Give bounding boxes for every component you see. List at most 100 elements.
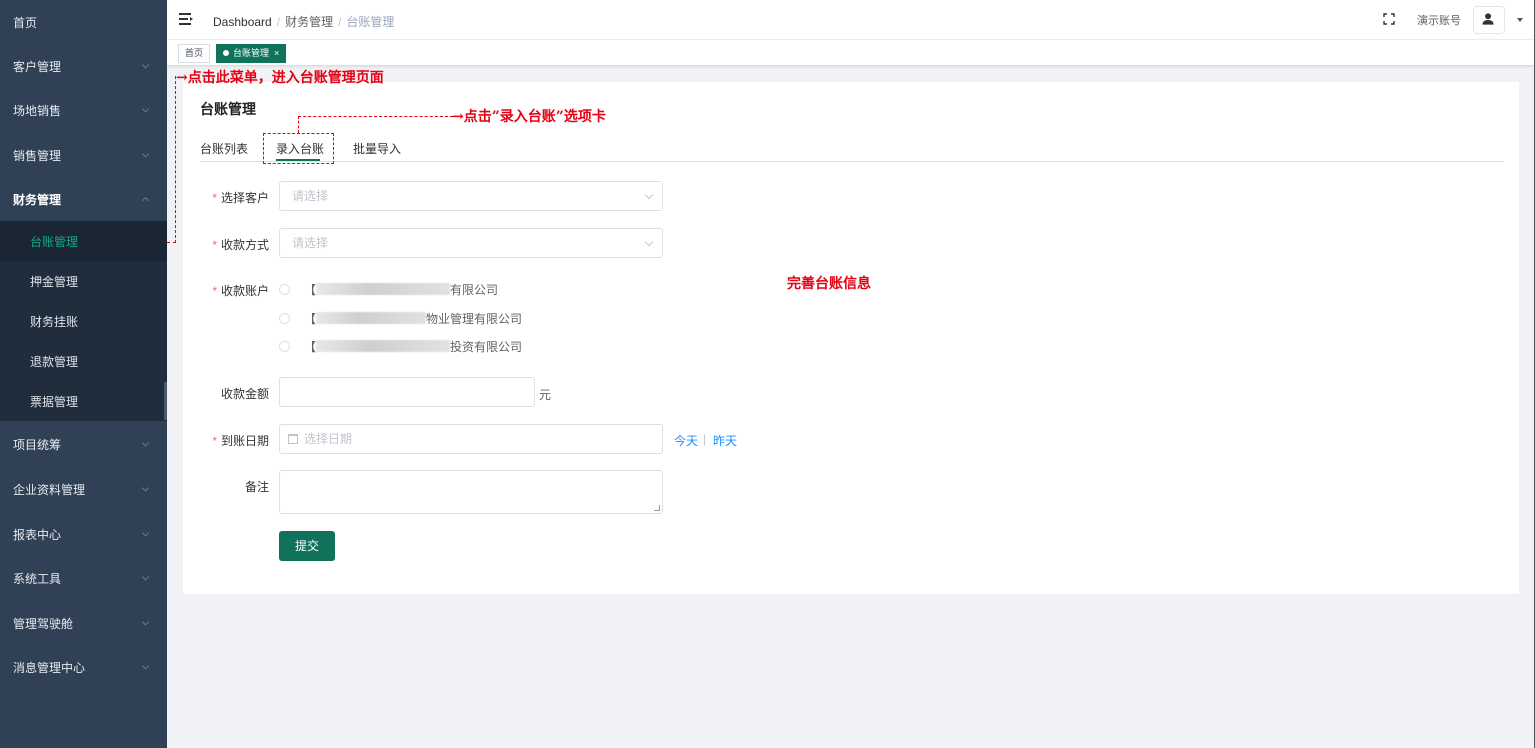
sidebar-scrollbar[interactable]: [164, 382, 167, 420]
sidebar-item-label: 客户管理: [13, 59, 62, 74]
chevron-down-icon: [141, 61, 150, 69]
tag-home[interactable]: 首页: [178, 44, 211, 63]
account-option-text: 【 有限公司: [304, 281, 498, 298]
amount-unit: 元: [539, 388, 552, 402]
radio-button[interactable]: [279, 283, 290, 295]
payment-method-placeholder: 请选择: [292, 236, 329, 250]
chevron-down-icon: [141, 573, 150, 581]
account-radio-2[interactable]: 【 物业管理有限公司: [279, 310, 522, 326]
required-mark: *: [212, 191, 217, 205]
tag-label: 首页: [185, 48, 204, 58]
tag-ledger[interactable]: 台账管理 ×: [216, 44, 287, 63]
sidebar-item-reports[interactable]: 报表中心: [0, 512, 167, 556]
amount-input[interactable]: [279, 377, 535, 407]
sidebar-item-project[interactable]: 项目统筹: [0, 422, 167, 466]
radio-button[interactable]: [279, 340, 290, 352]
chevron-down-icon: [141, 484, 150, 492]
tab-ledger-list[interactable]: 台账列表: [200, 140, 248, 157]
required-mark: *: [212, 434, 217, 448]
arrival-date-label: * 到账日期: [183, 432, 269, 449]
account-option-text: 【 投资有限公司: [304, 338, 522, 355]
sidebar-item-finance[interactable]: 财务管理: [0, 177, 167, 221]
fullscreen-icon[interactable]: [1383, 13, 1395, 25]
avatar[interactable]: [1473, 6, 1505, 34]
option-suffix: 物业管理有限公司: [426, 311, 523, 326]
active-dot-icon: [223, 50, 229, 56]
sidebar-subitem-label: 押金管理: [30, 274, 79, 289]
breadcrumb-separator: /: [276, 15, 281, 29]
account-label-text: 收款账户: [220, 284, 269, 298]
customer-label-text: 选择客户: [220, 191, 269, 205]
annotation-connector: [167, 242, 176, 243]
arrival-date-placeholder: 选择日期: [304, 432, 353, 446]
option-prefix: 【: [304, 311, 317, 326]
payment-method-select[interactable]: 请选择: [279, 228, 663, 258]
breadcrumb-current: 台账管理: [346, 15, 395, 29]
account-name[interactable]: 演示账号: [1417, 12, 1461, 28]
sidebar-item-cockpit[interactable]: 管理驾驶舱: [0, 601, 167, 645]
sidebar-item-label: 销售管理: [13, 148, 62, 163]
chevron-down-icon: [141, 662, 150, 670]
page-title: 台账管理: [200, 101, 256, 117]
required-mark: *: [212, 238, 217, 252]
arrival-date-label-text: 到账日期: [220, 434, 269, 448]
option-suffix: 投资有限公司: [450, 339, 523, 354]
hamburger-icon[interactable]: [179, 13, 193, 25]
sidebar-item-label: 报表中心: [13, 527, 62, 542]
remark-label: 备注: [183, 478, 269, 495]
account-radio-3[interactable]: 【 投资有限公司: [279, 338, 522, 354]
sidebar-item-venue-sales[interactable]: 场地销售: [0, 88, 167, 132]
tab-batch-import[interactable]: 批量导入: [353, 140, 401, 157]
redacted-text: [316, 312, 427, 324]
sidebar-item-sales[interactable]: 销售管理: [0, 133, 167, 177]
amount-label: 收款金额: [183, 385, 269, 402]
chevron-down-icon: [141, 439, 150, 447]
sidebar-subitem-deposit[interactable]: 押金管理: [0, 261, 167, 301]
breadcrumb-item: 财务管理: [285, 15, 334, 29]
payment-method-label-text: 收款方式: [220, 238, 269, 252]
remark-label-text: 备注: [244, 480, 269, 494]
sidebar-item-customer[interactable]: 客户管理: [0, 44, 167, 88]
radio-button[interactable]: [279, 312, 290, 324]
remark-textarea[interactable]: [279, 470, 663, 514]
sidebar-subitem-invoice[interactable]: 票据管理: [0, 381, 167, 421]
caret-down-icon[interactable]: [1517, 18, 1523, 22]
arrival-date-picker[interactable]: 选择日期: [279, 424, 663, 454]
annotation-connector: [298, 116, 453, 117]
submit-button[interactable]: 提交: [279, 531, 335, 561]
chevron-up-icon: [141, 196, 150, 205]
sidebar-subitem-label: 台账管理: [30, 234, 79, 249]
customer-select[interactable]: 请选择: [279, 181, 663, 211]
annotation-menu-hint: →点击此菜单，进入台账管理页面: [176, 70, 384, 86]
option-prefix: 【: [304, 339, 317, 354]
sidebar-subitem-refund[interactable]: 退款管理: [0, 341, 167, 381]
sidebar-item-messages[interactable]: 消息管理中心: [0, 645, 167, 689]
sidebar-subitem-ledger[interactable]: 台账管理: [0, 221, 167, 261]
option-suffix: 有限公司: [450, 282, 499, 297]
sidebar-item-home[interactable]: 首页: [0, 0, 167, 44]
close-icon[interactable]: ×: [274, 48, 279, 58]
sidebar-item-tools[interactable]: 系统工具: [0, 556, 167, 600]
sidebar-subitem-label: 财务挂账: [30, 314, 79, 329]
sidebar-item-label: 项目统筹: [13, 437, 62, 452]
annotation-tab-hint: →点击”录入台账”选项卡: [452, 109, 606, 125]
annotation-form-hint: 完善台账信息: [787, 276, 871, 292]
tabs: 台账列表 录入台账 批量导入: [200, 133, 1504, 162]
sidebar-item-label: 首页: [13, 15, 38, 30]
sidebar: 首页 客户管理 场地销售 销售管理 财务管理 台账管理 押金管理 财务挂账 退款…: [0, 0, 167, 748]
sidebar-subitem-pending[interactable]: 财务挂账: [0, 301, 167, 341]
tag-label: 台账管理: [233, 48, 270, 58]
user-icon: [1482, 13, 1494, 25]
annotation-connector: [175, 76, 176, 243]
sidebar-item-label: 系统工具: [13, 571, 62, 586]
ledger-card: 台账管理 台账列表 录入台账 批量导入 * 选择客户 请选择 * 收款方式 请选择 …: [183, 82, 1519, 594]
resize-handle-icon[interactable]: [654, 505, 660, 511]
sidebar-item-label: 财务管理: [13, 192, 62, 207]
chevron-down-icon: [644, 190, 654, 200]
yesterday-link[interactable]: 昨天: [713, 432, 737, 449]
breadcrumb-item[interactable]: Dashboard: [213, 15, 272, 29]
today-link[interactable]: 今天: [674, 432, 698, 449]
account-radio-1[interactable]: 【 有限公司: [279, 281, 498, 297]
sidebar-item-enterprise[interactable]: 企业资料管理: [0, 467, 167, 511]
annotation-connector: [298, 116, 299, 133]
